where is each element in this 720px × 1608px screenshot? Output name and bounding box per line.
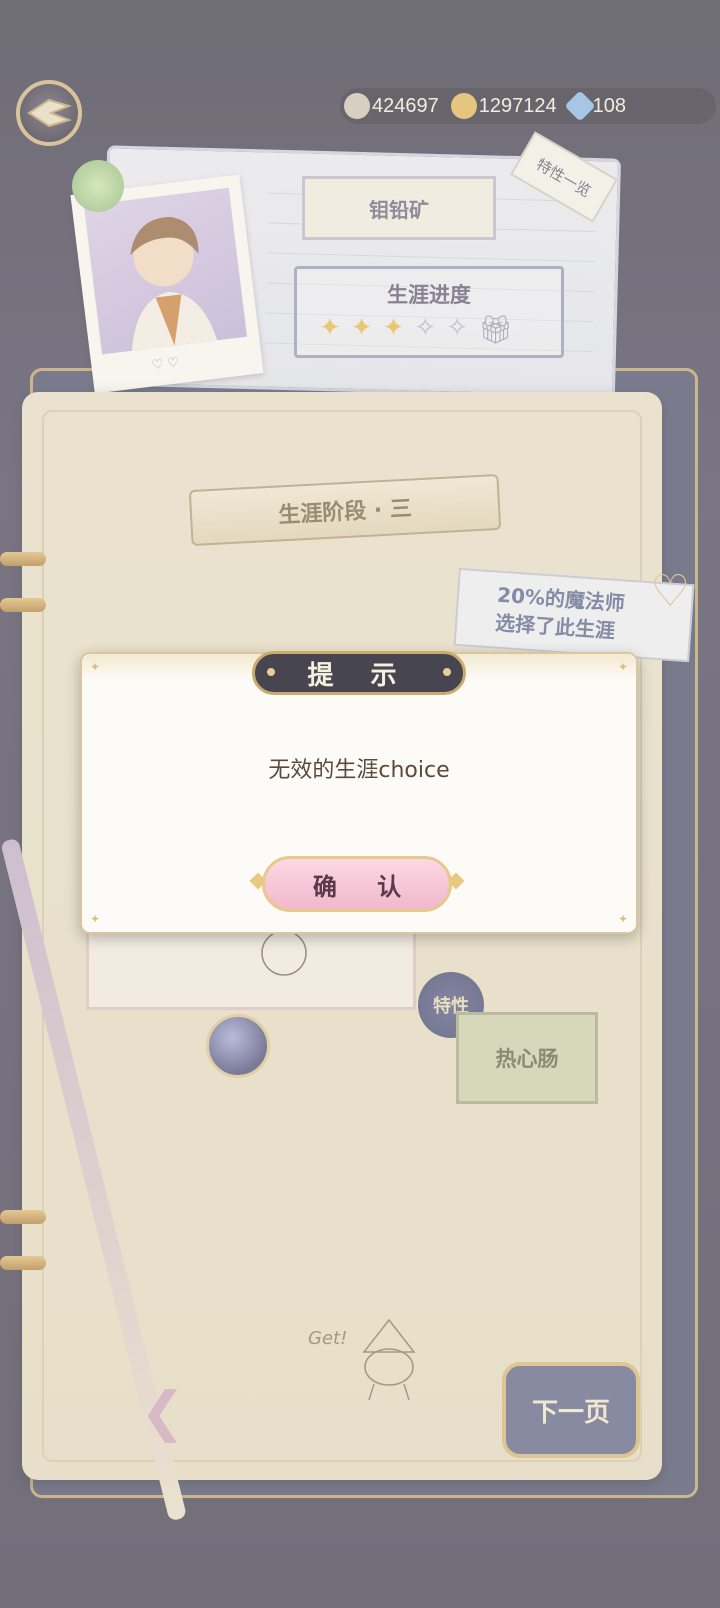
sparkle-icon: ✦ xyxy=(617,912,628,926)
sparkle-icon: ✦ xyxy=(617,660,628,674)
dialog-title: 提 示 xyxy=(307,660,411,691)
dialog-message: 无效的生涯choice xyxy=(268,758,450,783)
dialog-title-badge: 提 示 xyxy=(252,651,466,695)
confirm-label: 确 认 xyxy=(312,872,418,901)
sparkle-icon: ✦ xyxy=(90,660,101,674)
sparkle-icon: ✦ xyxy=(90,912,101,926)
confirm-button[interactable]: 确 认 xyxy=(262,856,452,912)
